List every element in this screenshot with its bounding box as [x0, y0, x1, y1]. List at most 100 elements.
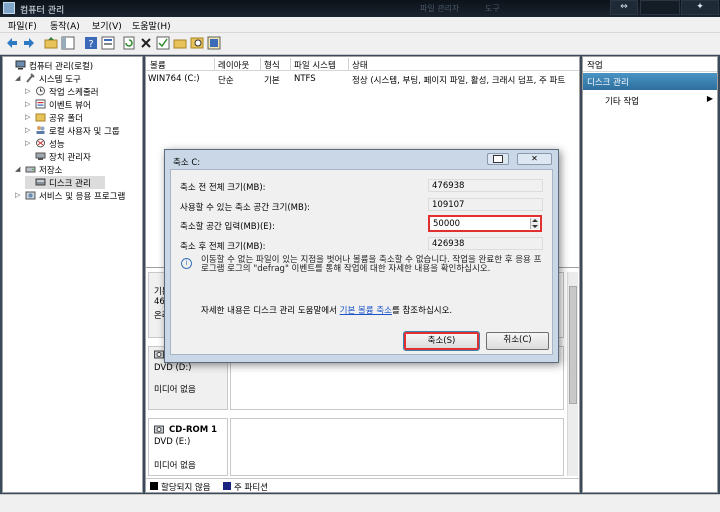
volume-filesystem: NTFS	[294, 74, 316, 84]
tree-item-local-users[interactable]: ▷ 로컬 사용자 및 그룹	[25, 124, 141, 137]
total-before-label: 축소 전 전체 크기(MB):	[180, 183, 266, 193]
column-header-status[interactable]: 상태	[352, 59, 368, 71]
column-header-type[interactable]: 형식	[264, 59, 280, 71]
check-icon[interactable]	[156, 36, 170, 50]
search-icon[interactable]	[190, 36, 204, 50]
open-folder-icon[interactable]	[173, 36, 187, 50]
scrollbar-thumb[interactable]	[569, 286, 577, 404]
legend-unallocated-swatch	[150, 482, 158, 490]
expand-icon[interactable]: ▷	[25, 139, 30, 147]
spin-up-icon[interactable]	[532, 218, 538, 223]
expand-icon[interactable]: ▷	[25, 87, 30, 95]
tree-item-device-manager[interactable]: 장치 관리자	[25, 150, 141, 163]
volume-type: 기본	[264, 76, 280, 86]
shrink-info-message: 이동할 수 없는 파일이 있는 지점을 벗어나 볼륨을 축소할 수 없습니다. …	[201, 255, 542, 274]
column-divider[interactable]	[214, 58, 215, 70]
legend-primary-swatch	[223, 482, 231, 490]
pin-icon[interactable]: ✦	[681, 0, 719, 15]
up-folder-icon[interactable]	[44, 36, 58, 50]
tree-item-event-viewer[interactable]: ▷ 이벤트 뷰어	[25, 98, 141, 111]
cancel-button[interactable]: 취소(C)	[486, 332, 549, 350]
show-hide-tree-icon[interactable]	[61, 36, 75, 50]
legend: 할당되지 않음 주 파티션	[146, 478, 579, 493]
back-icon[interactable]	[5, 36, 19, 50]
available-space-value: 109107	[428, 198, 543, 211]
refresh-icon[interactable]	[122, 36, 136, 50]
tree-item-task-scheduler[interactable]: ▷ 작업 스케줄러	[25, 85, 141, 98]
more-actions-link[interactable]: 기타 작업	[605, 95, 639, 107]
drive-name: CD-ROM 1	[169, 425, 218, 435]
tree-item-shared-folders[interactable]: ▷ 공유 폴더	[25, 111, 141, 124]
background-window-title: 도구	[485, 4, 500, 13]
tree-item-label: 시스템 도구	[39, 75, 81, 85]
properties-icon[interactable]	[101, 36, 115, 50]
column-header-layout[interactable]: 레이아웃	[218, 59, 249, 71]
window-controls[interactable]	[640, 0, 680, 15]
event-viewer-icon	[35, 99, 46, 109]
clock-icon	[36, 86, 45, 96]
expand-icon[interactable]: ▷	[25, 100, 30, 108]
expand-icon[interactable]: ▷	[25, 126, 30, 134]
dialog-title: 축소 C:	[173, 158, 201, 168]
status-bar	[0, 494, 720, 512]
svg-text:?: ?	[88, 39, 93, 50]
drive-type: DVD (E:)	[154, 437, 191, 447]
total-after-value: 426938	[428, 237, 543, 250]
tree-item-label: 컴퓨터 관리(로컬)	[29, 62, 94, 72]
chevron-right-icon[interactable]: ▶	[707, 94, 713, 103]
disk-view-scrollbar[interactable]	[567, 272, 578, 476]
shared-folder-icon	[35, 113, 46, 122]
help-icon[interactable]: ?	[84, 36, 98, 50]
delete-icon[interactable]	[139, 36, 153, 50]
close-icon[interactable]: ✕	[517, 153, 552, 165]
actions-pane: 작업 디스크 관리 기타 작업 ▶	[582, 56, 718, 493]
shrink-button[interactable]: 축소(S)	[403, 331, 480, 351]
volume-status: 정상 (시스템, 부팅, 페이지 파일, 활성, 크래시 덤프, 주 파트	[352, 76, 566, 86]
storage-icon	[25, 166, 36, 173]
tree-item-label: 공유 폴더	[49, 114, 83, 124]
dialog-help-button[interactable]	[487, 153, 509, 165]
menu-action[interactable]: 동작(A)	[50, 19, 80, 32]
collapse-icon[interactable]: ◢	[15, 74, 20, 82]
menu-view[interactable]: 보기(V)	[92, 19, 122, 32]
column-divider[interactable]	[348, 58, 349, 70]
menu-help[interactable]: 도움말(H)	[132, 19, 171, 32]
menu-file[interactable]: 파일(F)	[8, 19, 37, 32]
expand-icon[interactable]: ▷	[25, 113, 30, 121]
forward-icon[interactable]	[22, 36, 36, 50]
tree-item-storage[interactable]: ◢ 저장소	[15, 163, 141, 176]
volume-table-header: 볼륨 레이아웃 형식 파일 시스템 상태	[146, 57, 579, 71]
column-header-volume[interactable]: 볼륨	[150, 59, 166, 71]
column-divider[interactable]	[260, 58, 261, 70]
window-title: 컴퓨터 관리	[20, 6, 65, 16]
shrink-basic-volume-link[interactable]: 기본 볼륨 축소	[340, 306, 392, 316]
total-after-label: 축소 후 전체 크기(MB):	[180, 242, 266, 252]
disk-cdrom-label[interactable]: CD-ROM 1 DVD (E:) 미디어 없음	[148, 418, 228, 476]
drive-name: DVD (D:)	[154, 363, 192, 373]
expand-icon[interactable]: ▷	[15, 191, 20, 199]
volume-layout: 단순	[218, 76, 234, 86]
tree-item-system-tools[interactable]: ◢ 시스템 도구	[15, 72, 141, 85]
tree-item-label: 서비스 및 응용 프로그램	[39, 192, 126, 202]
dvd-icon	[154, 350, 164, 359]
tree-item-services-apps[interactable]: ▷ 서비스 및 응용 프로그램	[15, 189, 141, 202]
navigation-tree: 컴퓨터 관리(로컬) ◢ 시스템 도구 ▷ 작업 스케줄러 ▷ 이벤트 뷰어 ▷…	[2, 56, 143, 493]
resize-icon[interactable]: ⇔	[610, 0, 638, 15]
disk-cdrom-area[interactable]	[230, 418, 564, 476]
collapse-icon[interactable]: ◢	[15, 165, 20, 173]
shrink-amount-stepper[interactable]	[530, 218, 539, 229]
export-icon[interactable]	[207, 36, 221, 50]
tree-item-computer-management[interactable]: 컴퓨터 관리(로컬)	[5, 59, 141, 72]
spin-down-icon[interactable]	[532, 224, 538, 229]
shrink-amount-input[interactable]: 50000	[428, 215, 542, 232]
actions-section-disk-management[interactable]: 디스크 관리	[583, 73, 717, 90]
computer-icon	[15, 60, 26, 70]
column-divider[interactable]	[290, 58, 291, 70]
tree-item-performance[interactable]: ▷ 성능	[25, 137, 141, 150]
tree-item-label: 디스크 관리	[49, 179, 91, 189]
help-prefix: 자세한 내용은 디스크 관리 도움말에서	[201, 306, 337, 316]
column-header-filesystem[interactable]: 파일 시스템	[294, 59, 336, 71]
total-before-value: 476938	[428, 179, 543, 192]
help-window-icon	[493, 155, 503, 163]
tree-item-disk-management[interactable]: 디스크 관리	[25, 176, 105, 189]
